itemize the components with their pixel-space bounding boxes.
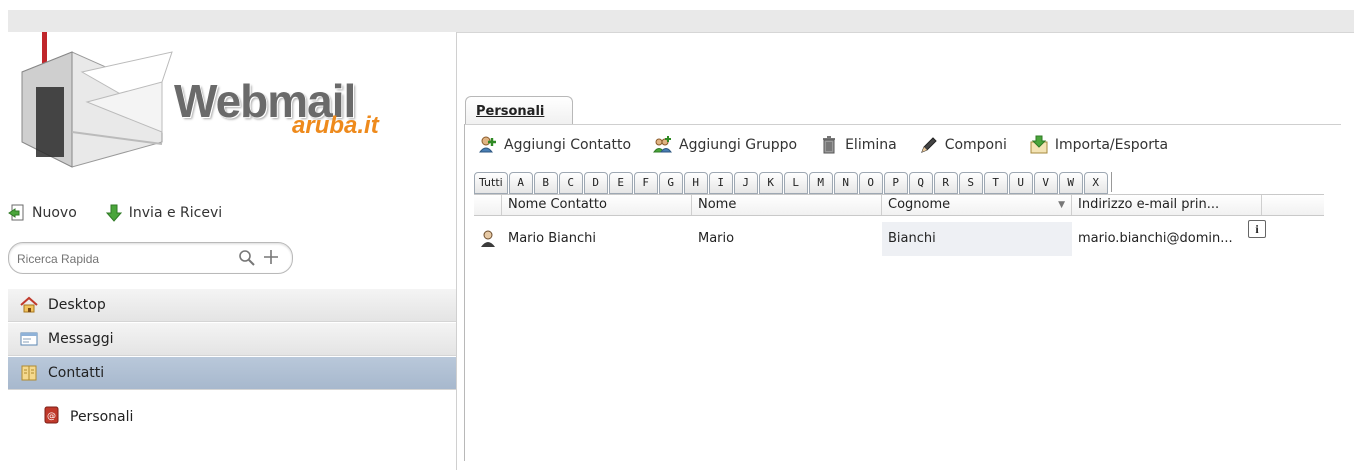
new-document-icon: [8, 204, 26, 222]
panel-border: [465, 124, 1341, 125]
cell-contact-name: Mario Bianchi: [508, 231, 596, 246]
cell-email: mario.bianchi@domin...: [1078, 231, 1233, 246]
add-contact-label: Aggiungi Contatto: [504, 137, 632, 153]
compose-label: Componi: [944, 137, 1007, 153]
alpha-tab[interactable]: V: [1033, 172, 1058, 194]
alpha-tab[interactable]: G: [658, 172, 683, 194]
sort-arrow-icon: ▼: [1058, 200, 1065, 210]
nav-item-contacts[interactable]: Contatti: [8, 356, 456, 390]
send-receive-button[interactable]: Invia e Ricevi: [105, 204, 222, 222]
alpha-tab[interactable]: U: [1008, 172, 1033, 194]
add-group-label: Aggiungi Gruppo: [679, 137, 798, 153]
import-export-button[interactable]: Importa/Esporta: [1029, 135, 1168, 155]
alpha-tab[interactable]: E: [608, 172, 633, 194]
alpha-tab[interactable]: K: [758, 172, 783, 194]
alpha-tab[interactable]: T: [983, 172, 1008, 194]
alpha-tab[interactable]: H: [683, 172, 708, 194]
contacts-toolbar: Aggiungi Contatto Aggiungi Gruppo Elimin…: [478, 132, 1190, 158]
cell-last-name: Bianchi: [882, 222, 1072, 256]
table-row[interactable]: Mario Bianchi Mario Bianchi mario.bianch…: [474, 222, 1324, 256]
alpha-tab[interactable]: M: [808, 172, 833, 194]
info-icon[interactable]: i: [1248, 220, 1266, 238]
alpha-tab[interactable]: A: [508, 172, 533, 194]
plus-icon[interactable]: [261, 247, 281, 267]
tab-label: Personali: [476, 104, 545, 119]
search-input[interactable]: [15, 248, 219, 270]
top-bar: [8, 10, 1354, 33]
subnav-item-label: Personali: [70, 409, 134, 425]
alpha-tab[interactable]: N: [833, 172, 858, 194]
left-sidebar: Webmail aruba.it Nuovo Invia e Ricevi Ri…: [8, 32, 457, 470]
column-header-first-name[interactable]: Nome: [692, 195, 882, 215]
add-group-icon: [653, 135, 673, 155]
add-contact-button[interactable]: Aggiungi Contatto: [478, 135, 631, 155]
import-export-icon: [1029, 135, 1049, 155]
contacts-subnav: @ Personali: [8, 390, 456, 470]
new-label: Nuovo: [32, 205, 77, 221]
alpha-tab[interactable]: R: [933, 172, 958, 194]
alpha-tab[interactable]: F: [633, 172, 658, 194]
trash-icon: [819, 135, 839, 155]
add-group-button[interactable]: Aggiungi Gruppo: [653, 135, 797, 155]
quick-search: [8, 242, 293, 274]
column-header-contact-name[interactable]: Nome Contatto: [502, 195, 692, 215]
mail-actions: Nuovo Invia e Ricevi: [8, 198, 250, 228]
add-contact-icon: [478, 135, 498, 155]
svg-text:@: @: [47, 412, 56, 422]
alpha-tab[interactable]: W: [1058, 172, 1083, 194]
alpha-tab[interactable]: X: [1083, 172, 1108, 194]
delete-label: Elimina: [845, 137, 897, 153]
tab-personali[interactable]: Personali: [465, 96, 573, 125]
column-divider: [456, 32, 457, 461]
alpha-tab[interactable]: D: [583, 172, 608, 194]
column-header-extra: [1262, 195, 1324, 215]
compose-button[interactable]: Componi: [919, 135, 1007, 155]
personal-book-icon: @: [42, 406, 60, 428]
import-export-label: Importa/Esporta: [1054, 137, 1169, 153]
address-book-icon: [20, 364, 38, 382]
alpha-tab-all[interactable]: Tutti: [474, 172, 508, 194]
alpha-tab[interactable]: L: [783, 172, 808, 194]
alpha-tab[interactable]: C: [558, 172, 583, 194]
search-icon[interactable]: [237, 248, 257, 268]
column-header-last-name[interactable]: Cognome ▼: [882, 195, 1072, 215]
send-receive-label: Invia e Ricevi: [128, 205, 223, 221]
contact-person-icon: [474, 222, 502, 256]
contacts-grid-header: Nome Contatto Nome Cognome ▼ Indirizzo e-…: [474, 194, 1324, 216]
alpha-tab[interactable]: J: [733, 172, 758, 194]
alphabet-filter: Tutti A B C D E F G H I J K L M N O P Q …: [474, 172, 1118, 194]
subnav-item-personal[interactable]: @ Personali: [42, 406, 133, 428]
down-arrow-icon: [105, 204, 123, 222]
alpha-tab[interactable]: P: [883, 172, 908, 194]
pencil-icon: [919, 135, 939, 155]
alpha-tab[interactable]: O: [858, 172, 883, 194]
new-button[interactable]: Nuovo: [8, 204, 77, 222]
nav-item-label: Contatti: [48, 365, 105, 381]
contacts-panel: Personali Aggiungi Contatto Aggiungi Gru…: [464, 32, 1354, 461]
nav-item-messages[interactable]: Messaggi: [8, 322, 456, 356]
nav-item-label: Messaggi: [48, 331, 114, 347]
column-header-label: Cognome: [888, 197, 951, 212]
alpha-scroll-handle[interactable]: [1110, 172, 1118, 192]
alpha-tab[interactable]: B: [533, 172, 558, 194]
nav-item-desktop[interactable]: Desktop: [8, 288, 456, 322]
alpha-tab[interactable]: Q: [908, 172, 933, 194]
webmail-logo: Webmail aruba.it: [8, 32, 456, 182]
alpha-tab[interactable]: S: [958, 172, 983, 194]
cell-first-name: Mario: [698, 231, 735, 246]
nav-item-label: Desktop: [48, 297, 106, 313]
delete-button[interactable]: Elimina: [819, 135, 897, 155]
column-header-icon: [474, 195, 502, 215]
alpha-tab[interactable]: I: [708, 172, 733, 194]
main-navigation: Desktop Messaggi Contatti @ Personali: [8, 288, 457, 470]
messages-icon: [20, 330, 38, 348]
mailbox-icon: [21, 32, 173, 168]
home-icon: [20, 296, 38, 314]
logo-subtitle: aruba.it: [292, 112, 379, 139]
column-header-email[interactable]: Indirizzo e-mail prin...: [1072, 195, 1262, 215]
